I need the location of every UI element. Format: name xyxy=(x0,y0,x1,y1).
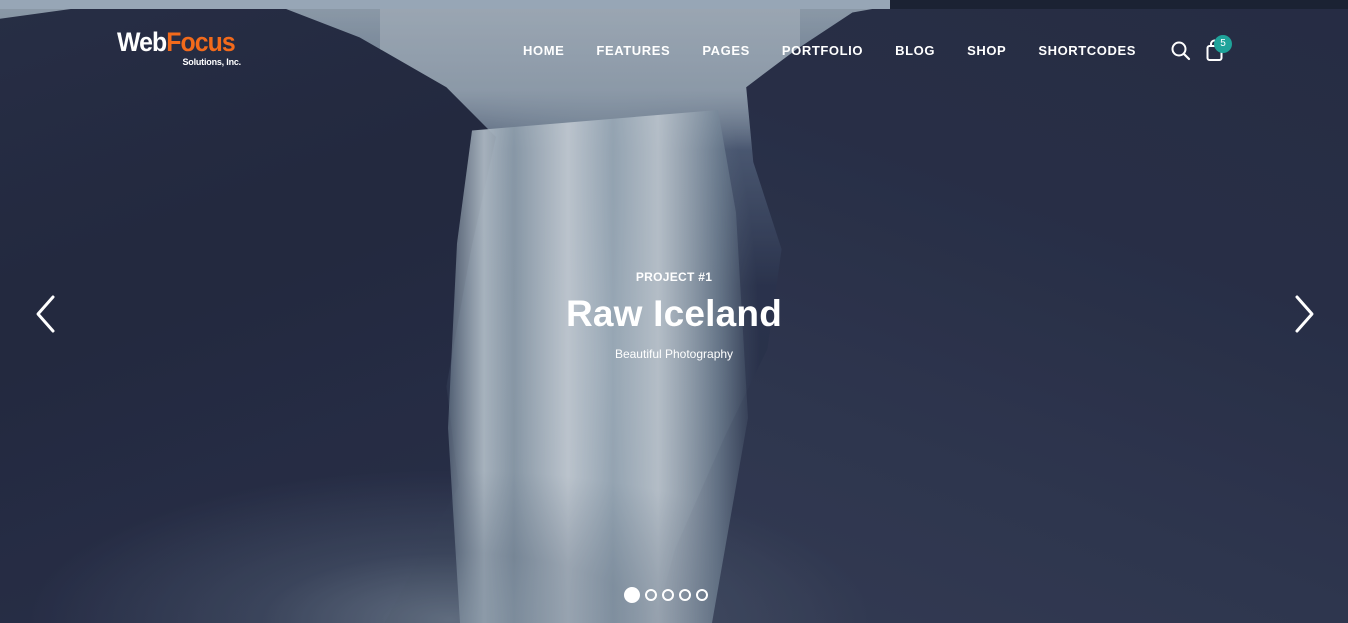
nav-item-shortcodes[interactable]: SHORTCODES xyxy=(1038,42,1136,60)
slide-caption: PROJECT #1 Raw Iceland Beautiful Photogr… xyxy=(474,268,874,362)
slider-prev-button[interactable] xyxy=(34,294,58,334)
slide-eyebrow: PROJECT #1 xyxy=(635,270,713,284)
slide-progress-bar xyxy=(0,0,1348,9)
search-icon xyxy=(1171,41,1191,61)
slider-dot-3[interactable] xyxy=(662,589,674,601)
nav-item-shop[interactable]: SHOP xyxy=(967,42,1006,60)
nav-item-features[interactable]: FEATURES xyxy=(596,42,670,60)
logo-tagline: Solutions, Inc. xyxy=(182,57,241,67)
slider-dot-5[interactable] xyxy=(696,589,708,601)
slider-dot-2[interactable] xyxy=(645,589,657,601)
slider-dot-4[interactable] xyxy=(679,589,691,601)
chevron-right-icon xyxy=(1295,295,1314,333)
nav-item-pages[interactable]: PAGES xyxy=(702,42,750,60)
nav-item-blog[interactable]: BLOG xyxy=(895,42,935,60)
chevron-left-icon xyxy=(36,295,55,333)
slide-title: Raw Iceland xyxy=(565,293,783,334)
nav-item-portfolio[interactable]: PORTFOLIO xyxy=(782,42,863,60)
nav-item-home[interactable]: HOME xyxy=(523,42,564,60)
slider-pagination xyxy=(624,587,708,603)
slide-progress-fill xyxy=(0,0,890,9)
cart-count-badge: 5 xyxy=(1214,35,1232,53)
logo-wordmark: WebFocus xyxy=(117,28,237,56)
site-logo[interactable]: WebFocus Solutions, Inc. xyxy=(117,28,247,72)
main-navigation: HOME FEATURES PAGES PORTFOLIO BLOG SHOP … xyxy=(523,42,1136,60)
slider-next-button[interactable] xyxy=(1292,294,1316,334)
hero-slider: WebFocus Solutions, Inc. HOME FEATURES P… xyxy=(0,0,1348,623)
logo-web-text: Web xyxy=(117,27,167,57)
slider-dot-1[interactable] xyxy=(624,587,640,603)
search-button[interactable] xyxy=(1170,40,1192,62)
slide-subtitle: Beautiful Photography xyxy=(614,347,734,361)
logo-focus-text: Focus xyxy=(166,27,235,57)
